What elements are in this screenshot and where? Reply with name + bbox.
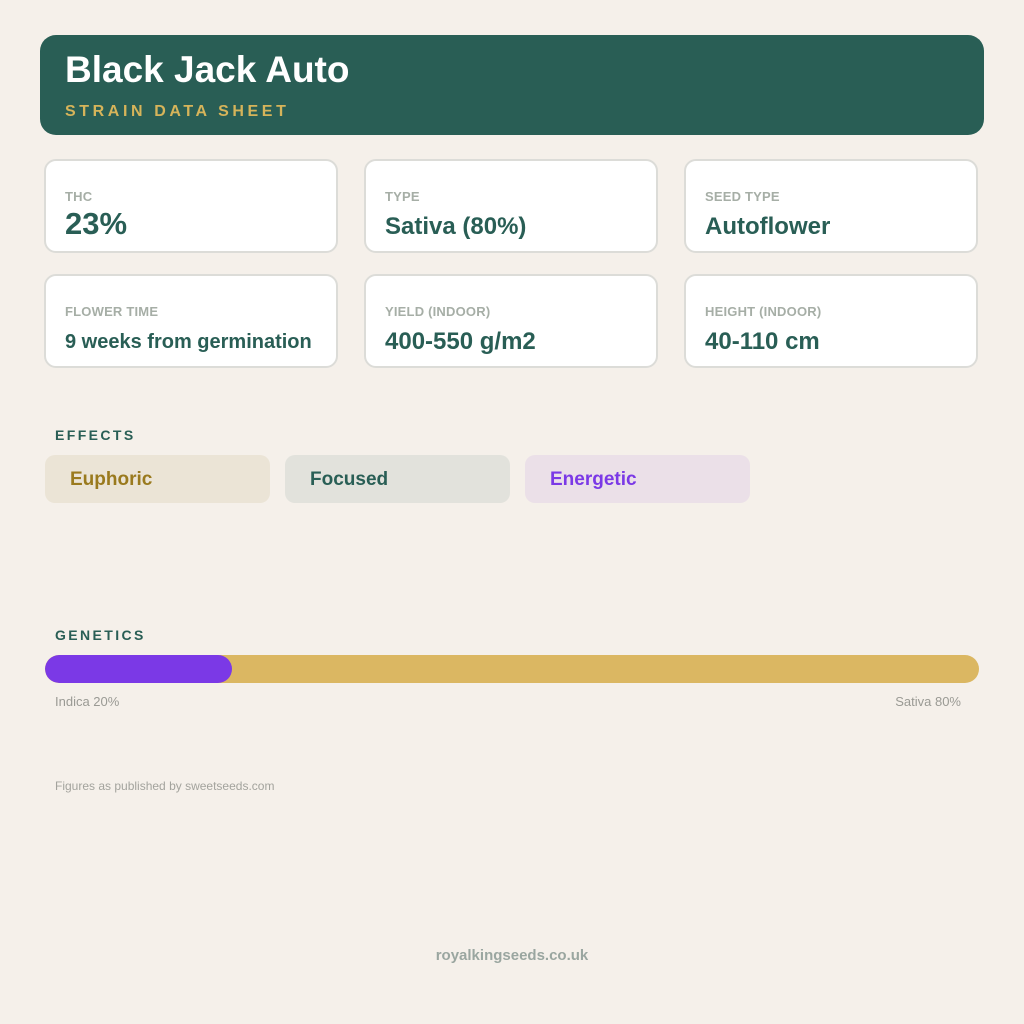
header-banner: Black Jack Auto STRAIN DATA SHEET [40, 35, 984, 135]
stat-card-seed-type: SEED TYPE Autoflower [684, 159, 978, 253]
sativa-label: Sativa 80% [895, 694, 961, 709]
stat-label: THC [65, 189, 93, 204]
effects-heading: EFFECTS [55, 427, 136, 443]
effect-label: Focused [310, 469, 389, 490]
indica-label: Indica 20% [55, 694, 120, 709]
indica-fill [45, 655, 232, 683]
stat-label: SEED TYPE [705, 189, 780, 204]
effect-label: Energetic [550, 469, 637, 490]
stat-card-yield: YIELD (INDOOR) 400-550 g/m2 [364, 274, 658, 368]
effect-tag-energetic: Energetic [525, 455, 750, 503]
footer-site-link[interactable]: royalkingseeds.co.uk [0, 947, 1024, 964]
stat-value: Sativa (80%) [385, 213, 527, 240]
genetics-bar [45, 655, 979, 683]
source-note: Figures as published by sweetseeds.com [55, 779, 275, 793]
genetics-heading: GENETICS [55, 627, 146, 643]
stat-card-type: TYPE Sativa (80%) [364, 159, 658, 253]
stat-card-flower-time: FLOWER TIME 9 weeks from germination [44, 274, 338, 368]
stat-value: 23% [65, 206, 128, 241]
stat-value: 9 weeks from germination [65, 331, 312, 353]
page-title: Black Jack Auto [65, 49, 350, 90]
effect-label: Euphoric [70, 469, 153, 490]
stat-card-thc: THC 23% [44, 159, 338, 253]
stat-card-height: HEIGHT (INDOOR) 40-110 cm [684, 274, 978, 368]
stat-value: 400-550 g/m2 [385, 328, 536, 355]
effect-tag-euphoric: Euphoric [45, 455, 270, 503]
page-subtitle: STRAIN DATA SHEET [65, 103, 290, 120]
effect-tag-focused: Focused [285, 455, 510, 503]
stat-value: Autoflower [705, 213, 831, 240]
stat-label: FLOWER TIME [65, 304, 159, 319]
stat-value: 40-110 cm [705, 328, 820, 355]
stat-label: HEIGHT (INDOOR) [705, 304, 822, 319]
stat-label: TYPE [385, 189, 420, 204]
stat-label: YIELD (INDOOR) [385, 304, 491, 319]
